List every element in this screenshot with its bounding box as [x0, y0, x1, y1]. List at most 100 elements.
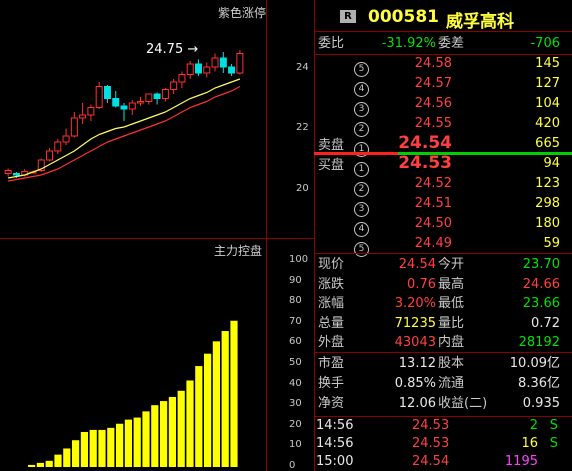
- quote-value: 0.72: [531, 315, 560, 331]
- tick-flag: S: [549, 418, 558, 433]
- tick-time: 15:00: [316, 454, 354, 469]
- candle-body: [228, 66, 236, 74]
- tick-row[interactable]: 15:00 24.54 1195: [314, 453, 572, 471]
- indicator-y-tick: 50: [289, 357, 302, 368]
- tick-volume: 2: [529, 418, 538, 433]
- quote-value: 0.76: [407, 276, 436, 292]
- level-price: 24.49: [414, 236, 452, 251]
- control-bar: [72, 440, 80, 467]
- quote-value: 43043: [394, 335, 436, 351]
- quote-label: 总量: [318, 315, 345, 331]
- control-bar: [142, 411, 150, 467]
- sell-level-row[interactable]: 3 24.56 104: [314, 93, 572, 117]
- fund-label: 股本: [438, 356, 465, 371]
- level-price: 24.54: [398, 133, 452, 153]
- level-volume: 59: [543, 236, 560, 251]
- sell-level-row[interactable]: 4 24.57 127: [314, 73, 572, 97]
- buy-level-row[interactable]: 5 24.49 59: [314, 233, 572, 257]
- indicator-y-tick: 60: [289, 336, 302, 348]
- quote-label: 最高: [438, 276, 465, 292]
- tick-time: 14:56: [316, 418, 354, 433]
- fundamentals-row: 净资 12.06 收益(二) 0.935: [314, 393, 572, 414]
- level-volume: 104: [535, 96, 560, 111]
- fund-value: 8.36亿: [518, 376, 560, 391]
- candle-body: [70, 117, 78, 137]
- fund-label: 流通: [438, 376, 465, 391]
- control-bar: [89, 429, 97, 467]
- level-price: 24.55: [414, 116, 452, 131]
- control-bar: [212, 341, 220, 467]
- sell-level-row[interactable]: 5 24.58 145: [314, 53, 572, 77]
- control-bar: [195, 366, 203, 467]
- level-volume: 145: [535, 56, 560, 71]
- level-price: 24.56: [414, 96, 452, 111]
- quote-value: 71235: [394, 315, 436, 331]
- indicator-y-tick: 80: [289, 295, 302, 307]
- buy-level-row[interactable]: 2 24.52 123: [314, 173, 572, 197]
- candle-body: [12, 173, 20, 176]
- sell-level-row[interactable]: 1 24.54 665: [314, 133, 572, 157]
- control-bar: [151, 405, 159, 467]
- candle-body: [153, 93, 161, 99]
- indicator-y-tick: 40: [289, 377, 302, 389]
- candle-body: [219, 57, 227, 68]
- control-bar: [221, 331, 229, 467]
- tick-price: 24.54: [412, 454, 450, 469]
- control-bar: [160, 401, 168, 467]
- level-price: 24.57: [414, 76, 452, 91]
- control-bar: [36, 462, 44, 467]
- commission-diff-value: -706: [530, 36, 560, 51]
- quote-label: 涨幅: [318, 296, 345, 312]
- tick-volume: 1195: [504, 454, 538, 469]
- control-bar: [107, 427, 115, 467]
- quote-value: 24.66: [522, 276, 560, 292]
- level-price: 24.51: [414, 196, 452, 211]
- level-price: 24.50: [414, 216, 452, 231]
- kline-chart[interactable]: [0, 0, 266, 238]
- indicator-y-tick: 20: [289, 418, 302, 430]
- control-bar: [98, 429, 106, 467]
- level-price: 24.52: [414, 176, 452, 191]
- buy-level-row[interactable]: 4 24.50 180: [314, 213, 572, 237]
- indicator-y-tick: 70: [289, 315, 302, 327]
- quote-row: 涨跌 0.76 最高 24.66: [314, 274, 572, 295]
- candle-body: [236, 53, 244, 74]
- indicator-y-tick: 0: [289, 460, 296, 471]
- level-volume: 127: [535, 76, 560, 91]
- candle-body: [95, 86, 103, 108]
- fundamentals-row: 换手 0.85% 流通 8.36亿: [314, 373, 572, 394]
- stock-badge: R: [340, 10, 356, 23]
- fund-value: 12.06: [398, 396, 436, 411]
- candle-body: [4, 170, 12, 174]
- indicator-y-tick: 90: [289, 274, 302, 286]
- quote-row: 外盘 43043 内盘 28192: [314, 332, 572, 353]
- candle-body: [161, 89, 169, 99]
- quote-label: 今开: [438, 257, 465, 272]
- control-bar: [54, 454, 62, 467]
- tick-price: 24.53: [412, 418, 450, 433]
- sell-level-row[interactable]: 2 24.55 420: [314, 113, 572, 137]
- fund-label: 市盈: [318, 356, 345, 371]
- tick-row[interactable]: 14:56 24.53 2 S: [314, 417, 572, 435]
- level-volume: 665: [535, 136, 560, 151]
- control-bar: [230, 320, 238, 467]
- commission-ratio-value: -31.92%: [381, 36, 436, 51]
- commission-row: 委比 -31.92% 委差 -706: [314, 33, 572, 54]
- fund-value: 0.85%: [394, 376, 436, 391]
- sell-label: 卖盘: [318, 138, 345, 153]
- buy-level-row[interactable]: 1 24.53 94: [314, 153, 572, 177]
- quote-label: 量比: [438, 315, 465, 331]
- tick-list[interactable]: 14:56 24.53 2 S 14:56 24.53 16 S 15:00 24.54 1195: [314, 417, 572, 471]
- quote-label: 现价: [318, 257, 345, 272]
- candle-body: [128, 102, 136, 110]
- tick-row[interactable]: 14:56 24.53 16 S: [314, 435, 572, 453]
- tick-volume: 16: [521, 436, 538, 451]
- fund-label: 收益(二): [438, 396, 488, 411]
- indicator-y-tick: 10: [289, 439, 302, 451]
- candle-body: [87, 107, 95, 116]
- control-bar: [133, 417, 141, 467]
- high-price-label: 24.75 →: [146, 42, 199, 57]
- control-bar-chart[interactable]: [0, 239, 266, 471]
- buy-level-row[interactable]: 3 24.51 298: [314, 193, 572, 217]
- quote-value: 23.70: [522, 257, 560, 272]
